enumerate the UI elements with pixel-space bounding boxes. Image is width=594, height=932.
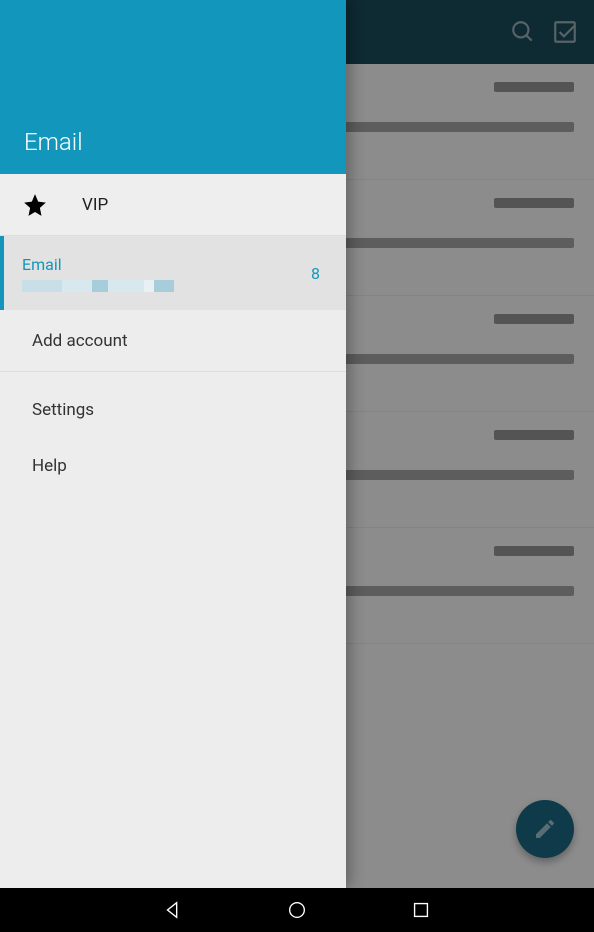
recent-apps-button[interactable] [409,898,433,922]
vip-folder[interactable]: VIP [0,174,346,236]
add-account-label: Add account [32,331,128,351]
back-button[interactable] [161,898,185,922]
account-list: Email 8 [0,236,346,310]
drawer-scrim[interactable] [346,0,594,888]
settings-label: Settings [32,400,94,420]
account-item[interactable]: Email 8 [0,236,346,310]
system-navbar [0,888,594,932]
drawer-header: Email [0,0,346,174]
add-account-button[interactable]: Add account [0,310,346,372]
account-name: Email [22,255,311,274]
drawer-title: Email [24,128,83,156]
help-label: Help [32,456,67,476]
account-email-redacted [22,280,311,292]
settings-button[interactable]: Settings [0,382,346,438]
star-icon [22,192,48,218]
unread-count: 8 [311,264,328,283]
vip-label: VIP [82,195,108,215]
navigation-drawer: Email VIP Email [0,0,346,888]
home-button[interactable] [285,898,309,922]
help-button[interactable]: Help [0,438,346,494]
